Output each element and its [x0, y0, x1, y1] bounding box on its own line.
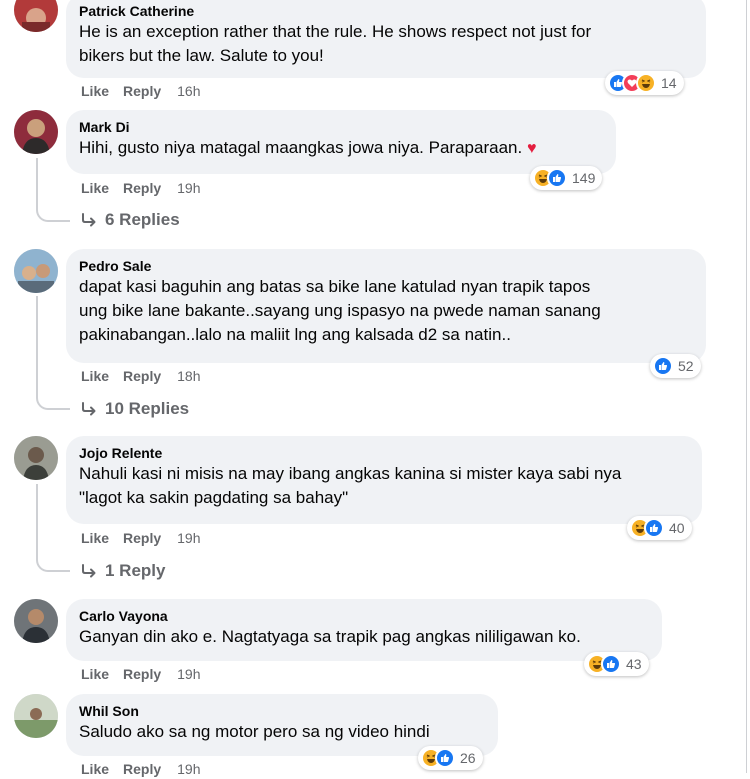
- like-icon: [435, 748, 455, 768]
- comment-text: Ganyan din ako e. Nagtatyaga sa trapik p…: [79, 627, 581, 646]
- avatar[interactable]: [14, 436, 58, 480]
- reply-button[interactable]: Reply: [123, 530, 161, 546]
- reaction-summary[interactable]: 149: [530, 166, 603, 190]
- like-icon: [547, 168, 567, 188]
- reply-button[interactable]: Reply: [123, 83, 161, 99]
- like-button[interactable]: Like: [81, 368, 109, 384]
- avatar[interactable]: [14, 599, 58, 643]
- comment-author[interactable]: Jojo Relente: [79, 444, 689, 462]
- thread-line: [36, 296, 38, 398]
- comment-actions: Like Reply 19h: [81, 666, 215, 684]
- comment-author[interactable]: Mark Di: [79, 118, 603, 136]
- comment-actions: Like Reply 18h: [81, 368, 215, 386]
- reaction-count: 40: [669, 520, 685, 536]
- haha-icon: [636, 73, 656, 93]
- comment-timestamp[interactable]: 16h: [177, 83, 200, 99]
- reply-arrow-icon: [82, 564, 96, 578]
- reaction-summary[interactable]: 14: [605, 71, 684, 95]
- comment-text: He is an exception rather that the rule.…: [79, 22, 592, 65]
- reaction-count: 26: [460, 750, 476, 766]
- comment-text: Hihi, gusto niya matagal maangkas jowa n…: [79, 136, 603, 161]
- avatar[interactable]: [14, 694, 58, 738]
- comment-timestamp[interactable]: 19h: [177, 666, 200, 682]
- comment-timestamp[interactable]: 19h: [177, 530, 200, 546]
- comment-bubble: Mark Di Hihi, gusto niya matagal maangka…: [66, 110, 616, 174]
- replies-count-label: 6 Replies: [105, 210, 180, 229]
- like-button[interactable]: Like: [81, 530, 109, 546]
- thread-line: [36, 484, 38, 560]
- comment-text: Nahuli kasi ni misis na may ibang angkas…: [79, 464, 622, 507]
- view-replies-link[interactable]: 10 Replies: [81, 399, 189, 419]
- avatar[interactable]: [14, 0, 58, 32]
- like-button[interactable]: Like: [81, 761, 109, 777]
- comment-text-content: Hihi, gusto niya matagal maangkas jowa n…: [79, 138, 523, 157]
- like-icon: [653, 356, 673, 376]
- reaction-count: 14: [661, 75, 677, 91]
- like-icon: [644, 518, 664, 538]
- avatar[interactable]: [14, 249, 58, 293]
- comment-author[interactable]: Patrick Catherine: [79, 2, 693, 20]
- like-button[interactable]: Like: [81, 180, 109, 196]
- comment-author[interactable]: Whil Son: [79, 702, 485, 720]
- like-icon: [601, 654, 621, 674]
- avatar[interactable]: [14, 110, 58, 154]
- thread-curve: [36, 208, 70, 222]
- reaction-count: 43: [626, 656, 642, 672]
- comment-text: dapat kasi baguhin ang batas sa bike lan…: [79, 277, 601, 344]
- comment-timestamp[interactable]: 19h: [177, 761, 200, 777]
- replies-count-label: 10 Replies: [105, 399, 190, 418]
- thread-curve: [36, 396, 70, 410]
- comment-bubble: Carlo Vayona Ganyan din ako e. Nagtatyag…: [66, 599, 662, 661]
- reply-arrow-icon: [82, 213, 96, 227]
- comment-author[interactable]: Pedro Sale: [79, 257, 693, 275]
- heart-emoji-icon: ♥: [526, 140, 537, 157]
- reply-button[interactable]: Reply: [123, 666, 161, 682]
- reaction-summary[interactable]: 43: [584, 652, 649, 676]
- reaction-count: 52: [678, 358, 694, 374]
- view-replies-link[interactable]: 6 Replies: [81, 210, 180, 230]
- comment-text: Saludo ako sa ng motor pero sa ng video …: [79, 722, 430, 741]
- comment-actions: Like Reply 16h: [81, 83, 215, 101]
- comment-author[interactable]: Carlo Vayona: [79, 607, 649, 625]
- reply-button[interactable]: Reply: [123, 180, 161, 196]
- feed-right-border: [746, 0, 747, 773]
- thread-curve: [36, 558, 70, 572]
- reply-button[interactable]: Reply: [123, 761, 161, 777]
- reaction-summary[interactable]: 52: [650, 354, 701, 378]
- comment-bubble: Patrick Catherine He is an exception rat…: [66, 0, 706, 78]
- comment-actions: Like Reply 19h: [81, 761, 215, 779]
- thread-line: [36, 158, 38, 210]
- reply-arrow-icon: [82, 402, 96, 416]
- comment-bubble: Pedro Sale dapat kasi baguhin ang batas …: [66, 249, 706, 363]
- view-replies-link[interactable]: 1 Reply: [81, 561, 165, 581]
- like-button[interactable]: Like: [81, 83, 109, 99]
- comment-actions: Like Reply 19h: [81, 180, 215, 198]
- reaction-summary[interactable]: 26: [418, 746, 483, 770]
- reaction-summary[interactable]: 40: [627, 516, 692, 540]
- reply-button[interactable]: Reply: [123, 368, 161, 384]
- like-button[interactable]: Like: [81, 666, 109, 682]
- comment-actions: Like Reply 19h: [81, 530, 215, 548]
- reaction-count: 149: [572, 170, 596, 186]
- comment-timestamp[interactable]: 18h: [177, 368, 200, 384]
- comment-bubble: Jojo Relente Nahuli kasi ni misis na may…: [66, 436, 702, 524]
- replies-count-label: 1 Reply: [105, 561, 166, 580]
- comment-timestamp[interactable]: 19h: [177, 180, 200, 196]
